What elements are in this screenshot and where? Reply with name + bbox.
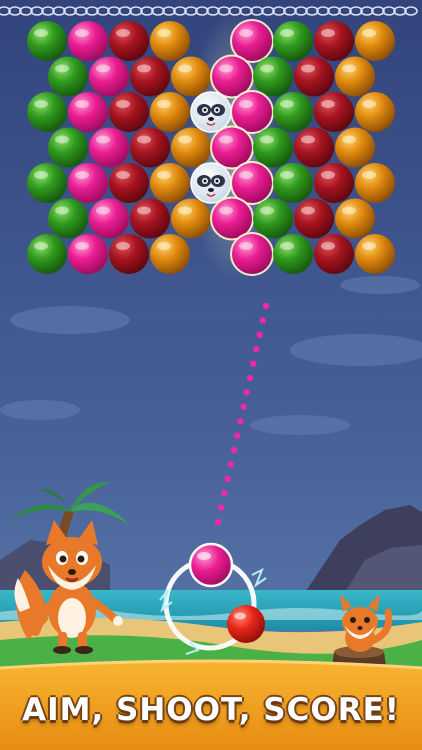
bubble-red[interactable] — [294, 198, 334, 239]
aim-dot — [230, 446, 238, 454]
bubble-red[interactable] — [314, 234, 354, 274]
bubble-red[interactable] — [314, 21, 354, 61]
bubble-orange[interactable] — [355, 163, 395, 203]
aim-dot — [253, 346, 260, 353]
game-scene[interactable] — [0, 0, 422, 750]
bubble-orange[interactable] — [150, 234, 190, 274]
bubble-orange[interactable] — [355, 92, 395, 132]
raccoon-bubble[interactable] — [190, 162, 232, 204]
aim-dot — [262, 302, 270, 310]
bubble-green[interactable] — [48, 56, 88, 97]
promo-banner-text: AIM, SHOOT, SCORE! — [22, 692, 400, 728]
bubble-green[interactable] — [273, 234, 313, 274]
bubble-orange[interactable] — [335, 56, 375, 97]
bubble-red[interactable] — [130, 198, 170, 239]
bubble-pink[interactable] — [230, 232, 274, 276]
bubble-red[interactable] — [294, 56, 334, 97]
game-screen[interactable]: AIM, SHOOT, SCORE! — [0, 0, 422, 750]
aim-dot — [237, 418, 244, 425]
bubble-red[interactable] — [294, 127, 334, 168]
bubble-orange[interactable] — [171, 56, 211, 97]
bubble-orange[interactable] — [335, 127, 375, 168]
bubble-green[interactable] — [273, 21, 313, 61]
bubble-orange[interactable] — [171, 127, 211, 168]
bubble-green[interactable] — [273, 163, 313, 203]
aim-dot — [243, 389, 250, 396]
bubble-pink[interactable] — [68, 21, 108, 61]
bubble-green[interactable] — [27, 21, 67, 61]
aim-dot — [221, 490, 228, 497]
bubble-red[interactable] — [109, 92, 149, 132]
bubble-orange[interactable] — [355, 234, 395, 274]
bubble-pink[interactable] — [89, 127, 129, 168]
bubble-green[interactable] — [253, 198, 293, 239]
aim-dot — [250, 360, 257, 367]
bubble-green[interactable] — [253, 56, 293, 97]
bubble-red[interactable] — [109, 21, 149, 61]
aim-dot — [227, 461, 234, 468]
bubble-green[interactable] — [27, 92, 67, 132]
bubble-red[interactable] — [109, 234, 149, 274]
aim-dot — [256, 331, 263, 338]
aim-dot — [218, 504, 225, 511]
aim-dot — [224, 475, 231, 482]
bubble-red[interactable] — [109, 163, 149, 203]
bubble-green[interactable] — [48, 198, 88, 239]
bubble-pink[interactable] — [68, 92, 108, 132]
bubble-orange[interactable] — [335, 198, 375, 239]
bubble-red[interactable] — [130, 56, 170, 97]
bubble-orange[interactable] — [150, 21, 190, 61]
aim-dot — [246, 374, 254, 382]
raccoon-bubble[interactable] — [190, 91, 232, 133]
bubble-green[interactable] — [48, 127, 88, 168]
aim-dot — [214, 518, 222, 526]
bubble-green[interactable] — [273, 92, 313, 132]
bubble-orange[interactable] — [171, 198, 211, 239]
bubble-pink[interactable] — [68, 163, 108, 203]
bubble-green[interactable] — [27, 234, 67, 274]
bubble-orange[interactable] — [150, 92, 190, 132]
aim-dot — [240, 403, 247, 410]
bubble-green[interactable] — [27, 163, 67, 203]
bubble-red[interactable] — [314, 163, 354, 203]
aim-dot — [259, 317, 266, 324]
bubble-pink[interactable] — [89, 198, 129, 239]
bubble-pink[interactable] — [89, 56, 129, 97]
current-bubble[interactable] — [188, 542, 234, 588]
bubble-red[interactable] — [130, 127, 170, 168]
bubble-orange[interactable] — [150, 163, 190, 203]
bubble-green[interactable] — [253, 127, 293, 168]
next-bubble[interactable] — [227, 605, 265, 643]
aim-dot — [234, 432, 241, 439]
bubble-red[interactable] — [314, 92, 354, 132]
bubble-pink[interactable] — [68, 234, 108, 274]
bubble-orange[interactable] — [355, 21, 395, 61]
